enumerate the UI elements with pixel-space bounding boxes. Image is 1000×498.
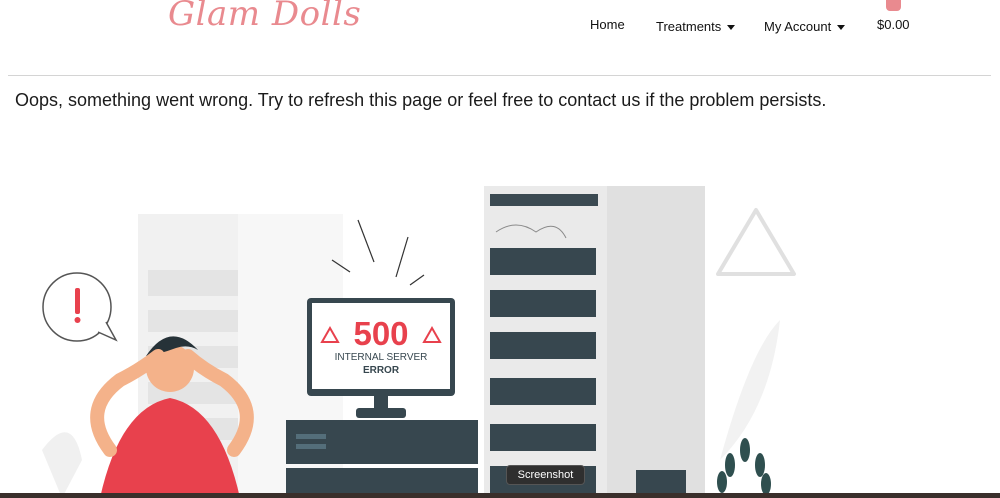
error-code: 500 — [353, 315, 408, 352]
speech-bubble — [42, 272, 118, 342]
illustration-svg: 500 INTERNAL SERVER ERROR — [42, 186, 796, 498]
cart-total: $0.00 — [877, 17, 910, 32]
error-line-2: ERROR — [363, 365, 400, 376]
header-divider — [8, 75, 991, 76]
site-logo[interactable]: Glam Dolls — [168, 0, 361, 34]
nav-treatments[interactable]: Treatments — [656, 19, 736, 34]
nav-home-label: Home — [590, 17, 625, 32]
chevron-down-icon — [837, 25, 846, 31]
screenshot-tooltip: Screenshot — [506, 465, 585, 485]
cart-button[interactable]: $0.00 — [876, 0, 912, 34]
exclamation-icon — [75, 288, 80, 314]
nav-treatments-label: Treatments — [656, 19, 722, 34]
server-error-illustration: 500 INTERNAL SERVER ERROR — [0, 120, 1000, 498]
nav-home[interactable]: Home — [590, 17, 625, 32]
nav-my-account[interactable]: My Account — [764, 19, 846, 34]
error-line-1: INTERNAL SERVER — [335, 352, 428, 363]
bottom-bar — [0, 493, 1000, 498]
alert-lines — [331, 219, 425, 286]
nav-account-label: My Account — [764, 19, 832, 34]
leaf-decoration — [720, 320, 780, 460]
server-stack — [286, 420, 478, 498]
shopping-bag-icon — [886, 0, 901, 11]
warning-icon — [716, 208, 796, 276]
error-message: Oops, something went wrong. Try to refre… — [15, 90, 827, 110]
site-header: Glam Dolls Home Treatments My Account $0… — [0, 0, 1000, 76]
server-tower — [484, 186, 705, 498]
chevron-down-icon — [727, 25, 736, 31]
